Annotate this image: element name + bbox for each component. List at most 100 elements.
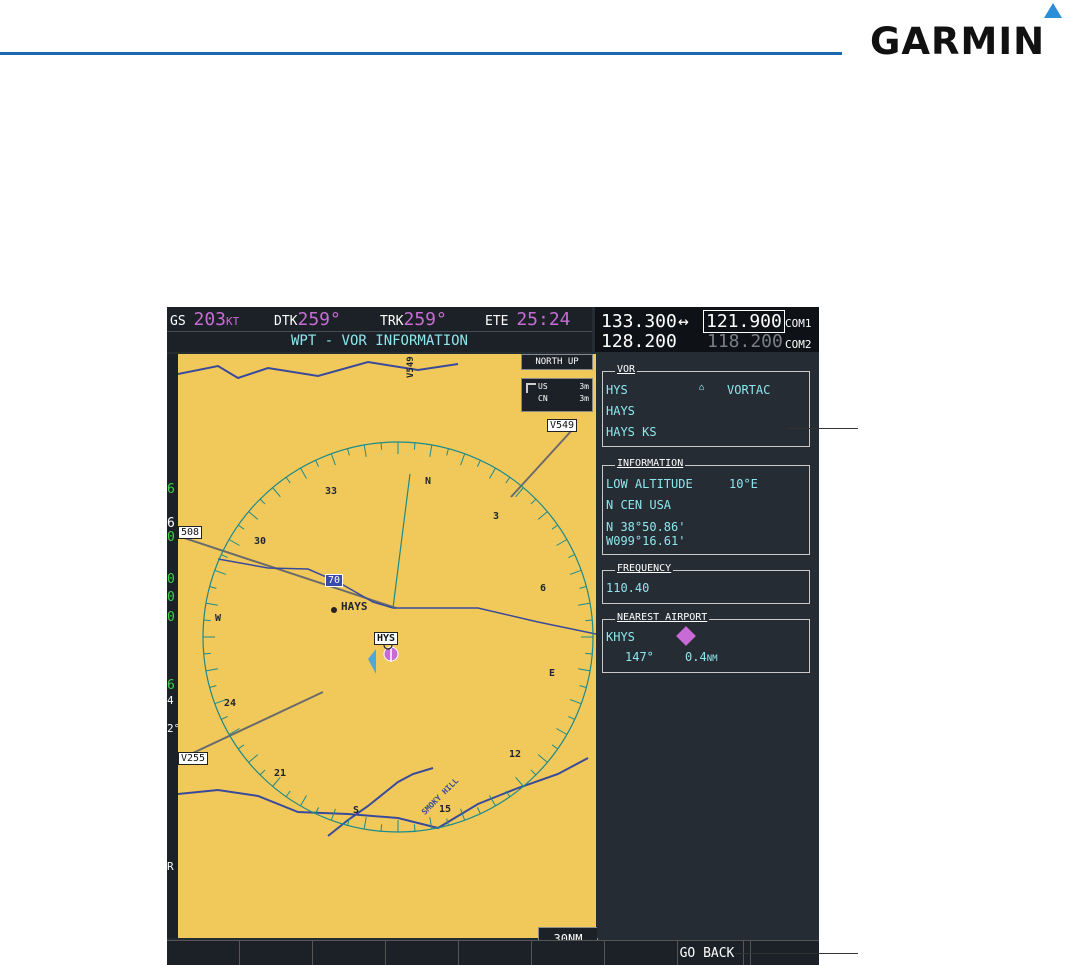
go-back-softkey[interactable]: GO BACK <box>671 941 744 965</box>
compass-label: 15 <box>439 804 452 815</box>
interstate-shield-70: 70 <box>325 574 344 587</box>
ete-label: ETE <box>485 314 509 329</box>
nearest-airport-bearing: 147° <box>625 650 654 664</box>
garmin-logo: GARMIN <box>870 20 1046 63</box>
vor-frequency: 110.40 <box>606 581 650 595</box>
vor-name: HAYS <box>606 404 635 418</box>
strip-value: 0 <box>167 590 175 605</box>
softkey-6[interactable] <box>532 941 605 965</box>
frequency-header: FREQUENCY <box>615 563 674 574</box>
nearest-airport-distance: 0.4NM <box>685 650 718 664</box>
com1-label: COM1 <box>785 317 812 330</box>
legend-label: US <box>538 382 548 391</box>
softkey-bar: GO BACK <box>167 940 819 965</box>
frequency-group: FREQUENCY 110.40 <box>602 563 810 604</box>
gs-unit: KT <box>226 315 240 328</box>
compass-tick <box>585 619 593 622</box>
legend-label: CN <box>538 394 548 403</box>
left-instrument-strip: 6 6 0 0 0 0 6 4 2° R <box>167 354 180 938</box>
vor-type: VORTAC <box>727 383 771 397</box>
info-panel: VOR HYS ⌂ VORTAC HAYS HAYS KS INFORMATIO… <box>597 354 819 938</box>
compass-tick <box>413 442 416 450</box>
softkey-4[interactable] <box>386 941 459 965</box>
compass-label: 3 <box>493 511 500 522</box>
softkey-2[interactable] <box>240 941 313 965</box>
softkey-5[interactable] <box>459 941 532 965</box>
compass-tick <box>203 619 211 622</box>
nearest-airport-ident[interactable]: KHYS <box>606 630 635 644</box>
vor-region: N CEN USA <box>606 498 672 512</box>
dtk-value: 259° <box>297 309 341 330</box>
compass-label: 33 <box>325 486 338 497</box>
strip-value: 6 <box>167 482 175 497</box>
callout-line-vor-info <box>788 428 858 429</box>
vor-city: HAYS KS <box>606 425 657 439</box>
airport-icon <box>676 626 696 646</box>
compass-tick <box>413 824 416 832</box>
compass-label: E <box>549 668 556 679</box>
city-label-hays: HAYS <box>341 600 368 613</box>
vor-ident[interactable]: HYS <box>606 383 628 397</box>
compass-label: 24 <box>224 698 237 709</box>
strip-value: 0 <box>167 530 175 545</box>
nearest-airport-group: NEAREST AIRPORT KHYS 147° 0.4NM <box>602 612 810 673</box>
com2-standby-frequency[interactable]: 118.200 <box>707 331 783 352</box>
strip-value: 6 <box>167 516 175 531</box>
compass-label: W <box>215 613 222 624</box>
vor-magvar: 10°E <box>729 477 758 491</box>
vortac-icon: ⌂ <box>699 383 705 393</box>
mfd-screen: GS 203KT DTK259° TRK259° ETE 25:24 WPT -… <box>167 307 819 965</box>
softkey-3[interactable] <box>313 941 386 965</box>
com-radio-panel: 133.300 ↔ 121.900 COM1 128.200 118.200 C… <box>595 307 819 352</box>
map-graphics <box>178 354 596 938</box>
distance-value: 0.4 <box>685 650 707 664</box>
softkey-7[interactable] <box>605 941 678 965</box>
compass-label: 6 <box>540 583 547 594</box>
map-feature-label: V549 <box>406 356 416 378</box>
compass-label: 21 <box>274 768 287 779</box>
vor-latitude: N 38°50.86' <box>606 520 686 534</box>
vor-group: VOR HYS ⌂ VORTAC HAYS HAYS KS <box>602 364 810 447</box>
information-header: INFORMATION <box>615 458 686 469</box>
moving-map[interactable]: V549 V549 508 V255 70 HAYS HYS SMOKY HIL… <box>178 354 596 938</box>
com2-active-frequency: 128.200 <box>601 331 677 352</box>
compass-label: N <box>425 476 432 487</box>
nearest-airport-header: NEAREST AIRPORT <box>615 612 710 623</box>
map-legend-box: US 3m CN 3m <box>521 378 593 412</box>
legend-corner-icon <box>526 383 536 393</box>
ete-value: 25:24 <box>516 309 571 330</box>
compass-label: S <box>353 805 360 816</box>
page-title: WPT - VOR INFORMATION <box>290 333 468 349</box>
city-dot <box>331 607 337 613</box>
compass-label: 12 <box>509 749 522 760</box>
vor-class: LOW ALTITUDE <box>606 477 693 491</box>
vor-label-hys: HYS <box>374 632 399 645</box>
status-bar-divider <box>167 331 592 332</box>
map-orientation-box[interactable]: NORTH UP <box>521 354 593 370</box>
strip-value: 0 <box>167 610 175 625</box>
compass-tick <box>585 652 593 655</box>
com2-label: COM2 <box>785 338 812 351</box>
compass-tick <box>380 824 383 832</box>
gs-value: 203 <box>193 309 226 330</box>
strip-value: R <box>167 860 174 873</box>
header-rule <box>0 52 842 55</box>
com1-standby-frequency[interactable]: 121.900 <box>703 310 785 333</box>
frequency-swap-icon[interactable]: ↔ <box>678 311 689 332</box>
callout-line-go-back <box>735 953 858 954</box>
strip-value: 4 <box>167 694 174 707</box>
navigation-status-bar: GS 203KT DTK259° TRK259° ETE 25:24 WPT -… <box>167 307 592 352</box>
legend-value: 3m <box>579 382 589 391</box>
com1-active-frequency: 133.300 <box>601 311 677 332</box>
trk-label: TRK <box>380 314 404 329</box>
gs-label: GS <box>170 314 186 329</box>
softkey-1[interactable] <box>167 941 240 965</box>
compass-label: 30 <box>254 536 267 547</box>
airway-label-508: 508 <box>178 526 203 539</box>
strip-value: 0 <box>167 572 175 587</box>
vor-header: VOR <box>615 364 638 375</box>
distance-unit: NM <box>706 654 718 664</box>
garmin-delta-icon <box>1044 3 1062 18</box>
airway-label-v549: V549 <box>547 419 578 432</box>
trk-value: 259° <box>403 309 447 330</box>
